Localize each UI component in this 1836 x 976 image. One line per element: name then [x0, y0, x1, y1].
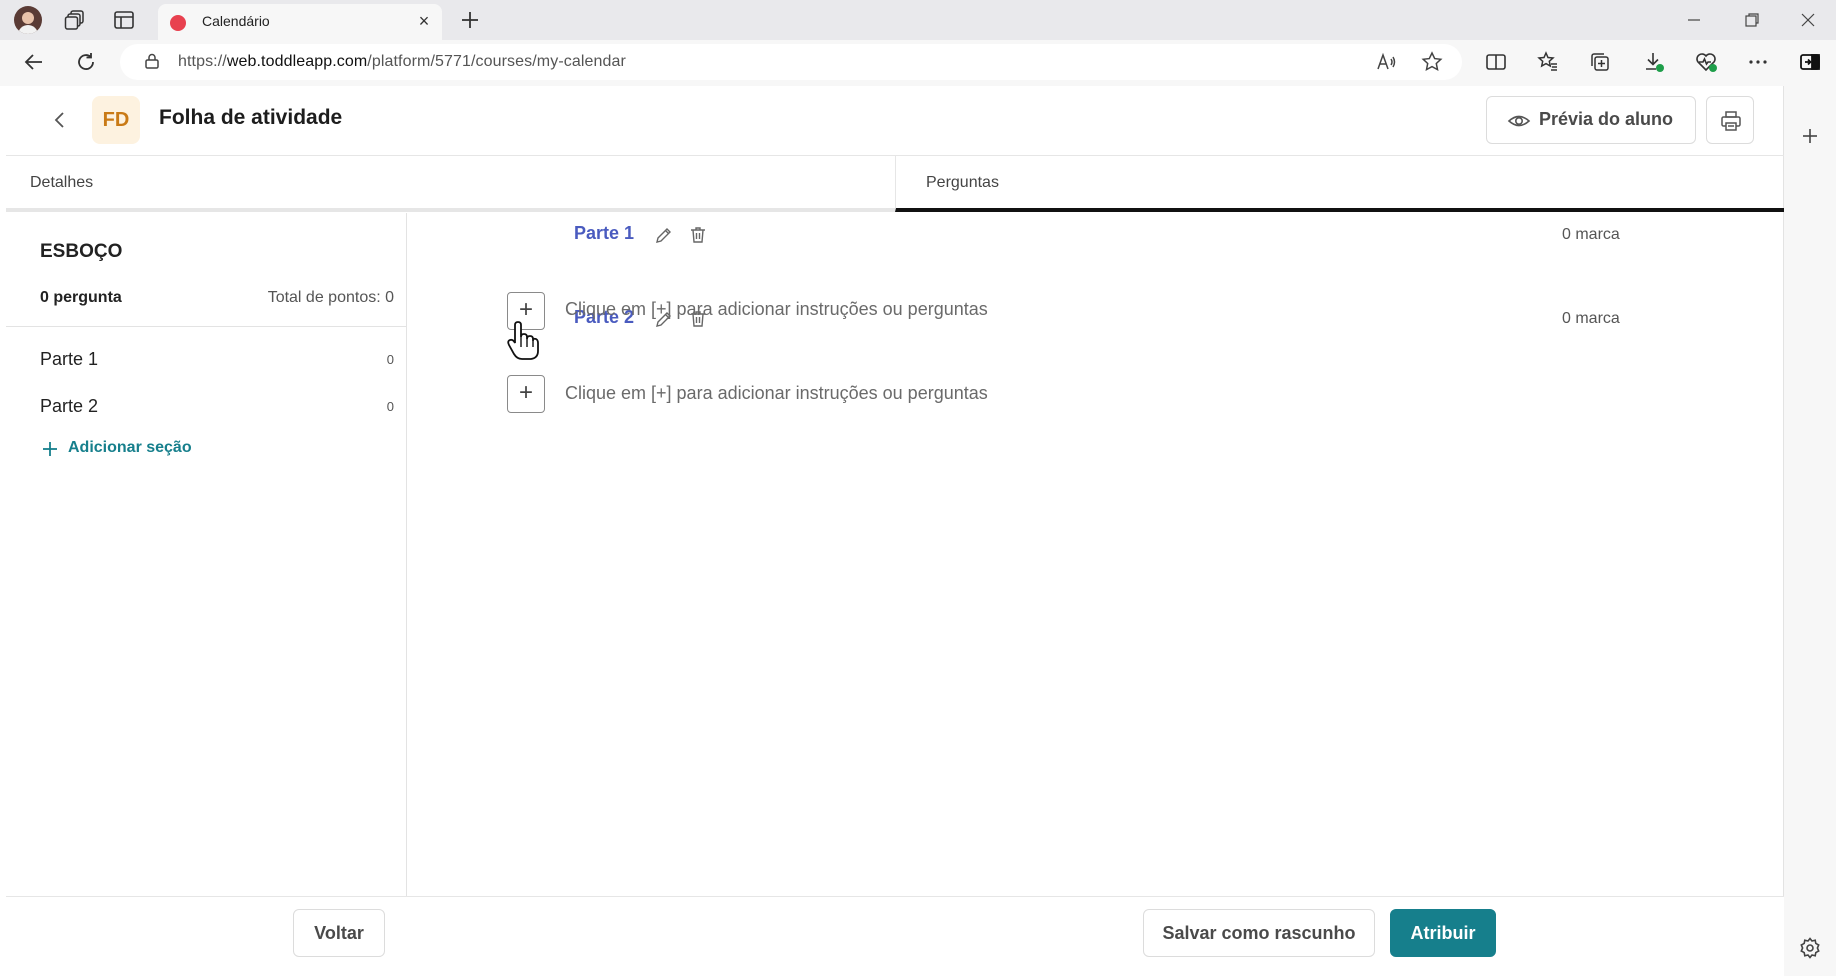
profile-avatar[interactable]	[14, 6, 42, 34]
delete-trash-icon[interactable]	[688, 225, 708, 245]
back-button[interactable]: Voltar	[293, 909, 385, 957]
split-screen-icon[interactable]	[1484, 50, 1508, 74]
favorites-icon[interactable]	[1536, 50, 1560, 74]
downloads-icon[interactable]	[1642, 50, 1666, 74]
add-question-button[interactable]: +	[507, 375, 545, 413]
part-marks: 0 marca	[1562, 310, 1620, 327]
outline-section-points: 0	[386, 399, 394, 414]
tab-questions[interactable]: Perguntas	[895, 156, 1784, 212]
add-question-hint: Clique em [+] para adicionar instruções …	[565, 383, 988, 403]
add-section-label: Adicionar seção	[68, 439, 192, 456]
outline-section-item[interactable]: Parte 2 0	[6, 386, 406, 426]
address-bar[interactable]: https://web.toddleapp.com/platform/5771/…	[120, 44, 1462, 80]
printer-icon	[1719, 109, 1743, 133]
refresh-icon[interactable]	[74, 50, 98, 74]
plus-icon	[40, 439, 60, 459]
workspaces-icon[interactable]	[64, 8, 88, 32]
outline-heading: ESBOÇO	[40, 241, 123, 262]
toddle-favicon-icon	[170, 15, 186, 31]
add-section-button[interactable]: Adicionar seção	[40, 437, 260, 465]
total-points: Total de pontos: 0	[267, 289, 394, 306]
back-icon[interactable]	[22, 50, 46, 74]
new-tab-icon[interactable]	[458, 8, 482, 32]
part-title[interactable]: Parte 1	[574, 223, 634, 244]
page-footer: Voltar Salvar como rascunho Atribuir	[6, 896, 1784, 972]
sidebar-toggle-icon[interactable]	[1798, 50, 1822, 74]
tab-title: Calendário	[202, 13, 270, 29]
activity-avatar: FD	[92, 96, 140, 144]
page-content: FD Folha de atividade Prévia do aluno De…	[6, 86, 1784, 972]
tab-details[interactable]: Detalhes	[6, 156, 895, 212]
browser-tab-active[interactable]: Calendário ×	[158, 4, 442, 40]
eye-icon	[1507, 109, 1531, 133]
outline-section-item[interactable]: Parte 1 0	[6, 339, 406, 379]
student-preview-button[interactable]: Prévia do aluno	[1486, 96, 1696, 144]
vertical-tabs-icon[interactable]	[112, 8, 136, 32]
settings-gear-icon[interactable]	[1798, 936, 1822, 960]
student-preview-label: Prévia do aluno	[1539, 109, 1674, 129]
performance-heart-icon[interactable]	[1694, 50, 1718, 74]
assign-button[interactable]: Atribuir	[1390, 909, 1496, 957]
more-options-icon[interactable]	[1746, 50, 1770, 74]
print-button[interactable]	[1706, 96, 1754, 144]
question-count: 0 pergunta	[40, 289, 122, 306]
tab-details-label: Detalhes	[30, 174, 94, 191]
add-question-hint: Clique em [+] para adicionar instruções …	[565, 299, 988, 319]
tab-bar: Detalhes Perguntas	[6, 156, 1784, 212]
outline-section-points: 0	[386, 352, 394, 367]
part-header: Parte 1 0 marca	[408, 213, 1784, 253]
page-title: Folha de atividade	[159, 106, 343, 129]
close-tab-icon[interactable]: ×	[414, 12, 434, 32]
outline-sidebar: ESBOÇO 0 pergunta Total de pontos: 0 Par…	[6, 213, 407, 897]
url-text[interactable]: https://web.toddleapp.com/platform/5771/…	[178, 53, 626, 71]
favorite-star-icon[interactable]	[1420, 50, 1444, 74]
add-sidebar-app-icon[interactable]	[1798, 124, 1822, 148]
browser-title-bar: Calendário ×	[0, 0, 1836, 40]
save-draft-button[interactable]: Salvar como rascunho	[1143, 909, 1375, 957]
close-window-icon[interactable]	[1796, 8, 1820, 32]
hand-cursor-icon	[506, 321, 542, 361]
minimize-icon[interactable]	[1682, 8, 1706, 32]
browser-sidebar	[1784, 86, 1836, 976]
lock-icon[interactable]	[142, 51, 162, 71]
page-header: FD Folha de atividade Prévia do aluno	[6, 86, 1784, 156]
restore-icon[interactable]	[1740, 8, 1764, 32]
back-chevron-icon[interactable]	[48, 108, 72, 132]
outline-divider	[6, 326, 406, 327]
edit-pencil-icon[interactable]	[654, 225, 674, 245]
outline-section-label: Parte 2	[40, 396, 99, 416]
outline-section-label: Parte 1	[40, 349, 99, 369]
part-marks: 0 marca	[1562, 226, 1620, 243]
tab-questions-label: Perguntas	[926, 174, 999, 191]
collections-icon[interactable]	[1588, 50, 1612, 74]
browser-toolbar: https://web.toddleapp.com/platform/5771/…	[0, 40, 1836, 86]
read-aloud-icon[interactable]	[1374, 50, 1398, 74]
